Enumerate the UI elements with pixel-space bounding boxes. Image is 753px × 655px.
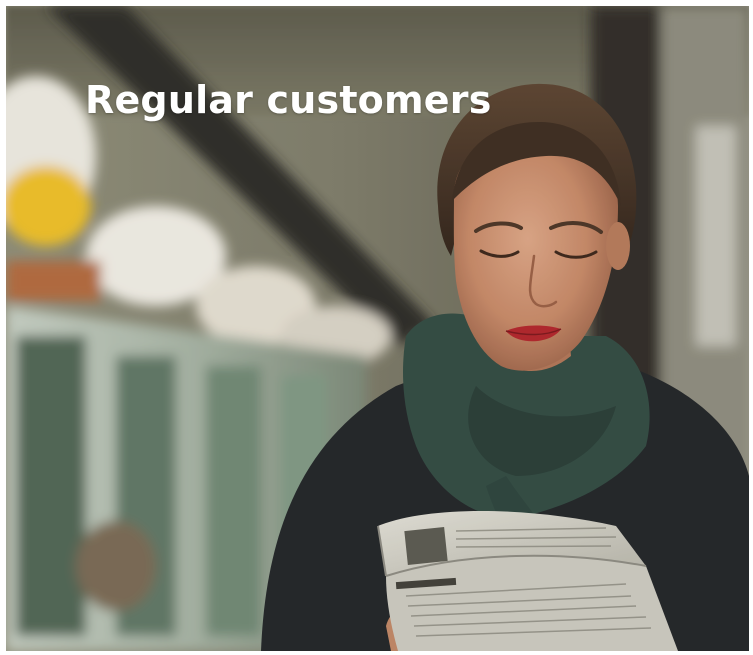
photo-frame: Regular customers bbox=[6, 6, 749, 651]
caption-title: Regular customers bbox=[85, 78, 492, 122]
